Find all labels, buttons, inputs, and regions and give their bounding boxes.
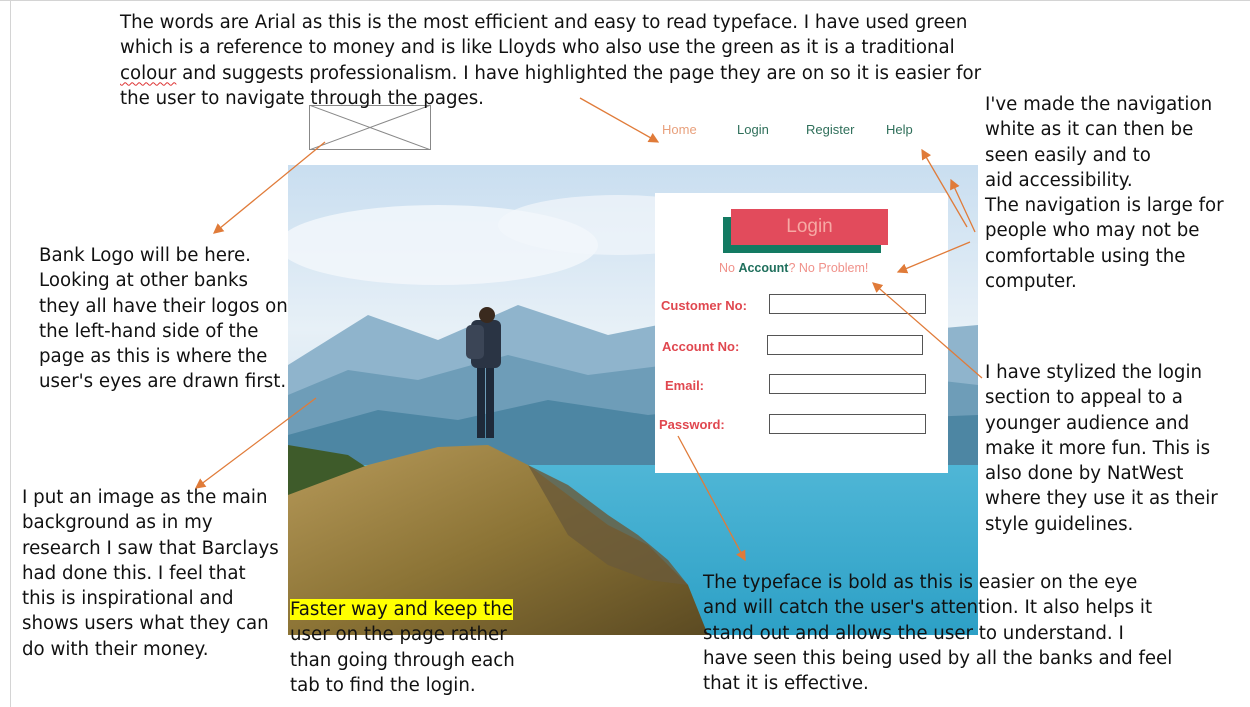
page-top-border [0,0,1250,1]
note-navigation: I've made the navigation white as it can… [985,94,1224,293]
bank-logo-placeholder [309,105,431,150]
note-login-style: I have stylized the login section to app… [985,362,1218,535]
account-no-input[interactable] [767,335,923,355]
nav-register[interactable]: Register [806,122,854,137]
nav-login[interactable]: Login [737,122,769,137]
note-typeface: The words are Arial as this is the most … [120,12,982,109]
login-button[interactable]: Login [731,209,888,245]
note-faster: Faster way and keep the user on the page… [290,599,515,696]
spellcheck-word: colour [120,62,177,84]
note-bold: The typeface is bold as this is easier o… [703,572,1173,695]
no-account-link[interactable]: No Account? No Problem! [719,261,868,275]
email-label: Email: [665,378,705,393]
account-no-label: Account No: [662,339,740,354]
email-input[interactable] [769,374,926,394]
customer-no-label: Customer No: [661,298,747,313]
note-logo: Bank Logo will be here. Looking at other… [39,245,288,393]
password-label: Password: [659,417,725,432]
note-background: I put an image as the main background as… [22,487,279,660]
login-panel: Login No Account? No Problem! Customer N… [655,193,948,473]
nav-help[interactable]: Help [886,122,913,137]
password-input[interactable] [769,414,926,434]
customer-no-input[interactable] [769,294,926,314]
highlighted-text: Faster way and keep the [290,599,513,620]
nav-home[interactable]: Home [662,122,697,137]
page-left-border [10,0,11,707]
